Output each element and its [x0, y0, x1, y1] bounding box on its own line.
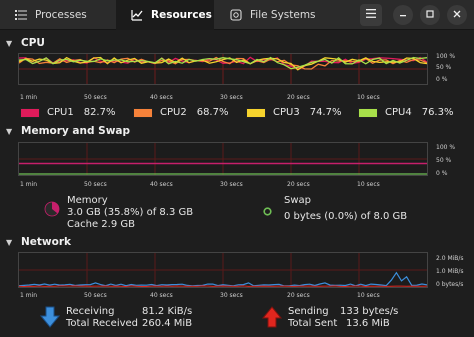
disk-icon — [229, 8, 243, 22]
sending-label: Sending — [288, 306, 329, 317]
time-tick: 50 secs — [84, 292, 107, 299]
time-tick: 30 secs — [220, 292, 243, 299]
time-tick: 20 secs — [287, 292, 310, 299]
swap-used: 0 bytes (0.0%) of 8.0 GB — [284, 211, 408, 222]
memory-graph — [18, 142, 428, 176]
chevron-down-icon: ▼ — [6, 237, 13, 247]
memory-label: Memory — [67, 195, 108, 206]
section-title: Memory and Swap — [21, 125, 130, 137]
time-tick: 10 secs — [357, 94, 380, 101]
section-title: CPU — [21, 37, 45, 49]
pct-tick: 0 % — [436, 170, 448, 177]
time-tick: 20 secs — [287, 94, 310, 101]
memory-pie[interactable] — [44, 201, 60, 220]
time-tick: 40 secs — [150, 181, 173, 188]
total-sent-value: 13.6 MiB — [346, 318, 390, 329]
cpu-name: CPU3 — [273, 107, 300, 118]
minimize-button[interactable] — [393, 5, 413, 25]
tab-file-systems[interactable]: File Systems — [229, 0, 316, 30]
time-tick: 10 secs — [357, 181, 380, 188]
close-button[interactable] — [447, 5, 467, 25]
time-tick: 30 secs — [220, 181, 243, 188]
maximize-icon — [426, 9, 434, 21]
memory-used: 3.0 GB (35.8%) of 8.3 GB — [67, 207, 194, 218]
time-tick: 1 min — [20, 292, 38, 299]
swap-pie[interactable] — [263, 207, 272, 219]
memory-cache: Cache 2.9 GB — [67, 219, 135, 230]
network-section-header[interactable]: ▼ Network — [6, 236, 71, 248]
tab-processes[interactable]: Processes — [14, 0, 87, 30]
time-tick: 50 secs — [84, 181, 107, 188]
color-swatch[interactable] — [133, 107, 153, 118]
time-tick: 1 min — [20, 94, 38, 101]
net-tick: 2.0 MiB/s — [436, 255, 464, 262]
color-swatch[interactable] — [358, 107, 378, 118]
cpu-legend-cpu3: CPU3 74.7% — [246, 107, 341, 118]
list-icon — [14, 8, 28, 22]
cpu-graph — [18, 53, 428, 85]
time-tick: 40 secs — [150, 94, 173, 101]
time-tick: 10 secs — [357, 292, 380, 299]
pct-tick: 50 % — [436, 157, 452, 164]
section-title: Network — [21, 236, 72, 248]
main-menu-button[interactable] — [360, 4, 382, 26]
tab-label: Processes — [35, 9, 87, 21]
receiving-label: Receiving — [66, 306, 115, 317]
maximize-button[interactable] — [420, 5, 440, 25]
minimize-icon — [399, 10, 407, 21]
time-tick: 50 secs — [84, 94, 107, 101]
pct-tick: 100 % — [436, 53, 456, 60]
chart-icon — [130, 8, 144, 22]
sending-arrow-icon[interactable] — [261, 306, 283, 331]
cpu-legend-cpu1: CPU1 82.7% — [20, 107, 115, 118]
cpu-legend-cpu4: CPU4 76.3% — [358, 107, 453, 118]
color-swatch[interactable] — [246, 107, 266, 118]
receiving-arrow-icon[interactable] — [39, 306, 61, 331]
cpu-name: CPU4 — [385, 107, 412, 118]
cpu-value: 76.3% — [421, 107, 454, 118]
cpu-name: CPU2 — [160, 107, 187, 118]
tab-label: File Systems — [250, 9, 316, 21]
hamburger-icon — [366, 9, 376, 21]
cpu-value: 82.7% — [83, 107, 116, 118]
chevron-down-icon: ▼ — [6, 126, 13, 136]
net-tick: 0 bytes/s — [436, 281, 464, 288]
net-tick: 1.0 MiB/s — [436, 268, 464, 275]
time-tick: 30 secs — [220, 94, 243, 101]
pct-tick: 50 % — [436, 64, 452, 71]
tab-resources[interactable]: Resources — [116, 0, 214, 30]
cpu-value: 68.7% — [196, 107, 229, 118]
total-received-value: 260.4 MiB — [142, 318, 193, 329]
cpu-name: CPU1 — [47, 107, 74, 118]
swap-label: Swap — [284, 195, 312, 206]
tab-label: Resources — [151, 9, 212, 21]
cpu-value: 74.7% — [309, 107, 342, 118]
close-icon — [453, 10, 461, 21]
memory-section-header[interactable]: ▼ Memory and Swap — [6, 125, 130, 137]
network-graph — [18, 252, 428, 288]
total-received-label: Total Received — [66, 318, 139, 329]
time-tick: 20 secs — [287, 181, 310, 188]
header-bar: Processes Resources File Systems — [0, 0, 474, 30]
receiving-value: 81.2 KiB/s — [142, 306, 193, 317]
cpu-section-header[interactable]: ▼ CPU — [6, 37, 45, 49]
sending-value: 133 bytes/s — [340, 306, 399, 317]
pct-tick: 0 % — [436, 76, 448, 83]
time-tick: 1 min — [20, 181, 38, 188]
time-tick: 40 secs — [150, 292, 173, 299]
chevron-down-icon: ▼ — [6, 38, 13, 48]
total-sent-label: Total Sent — [288, 318, 338, 329]
pct-tick: 100 % — [436, 144, 456, 151]
color-swatch[interactable] — [20, 107, 40, 118]
cpu-legend-cpu2: CPU2 68.7% — [133, 107, 228, 118]
